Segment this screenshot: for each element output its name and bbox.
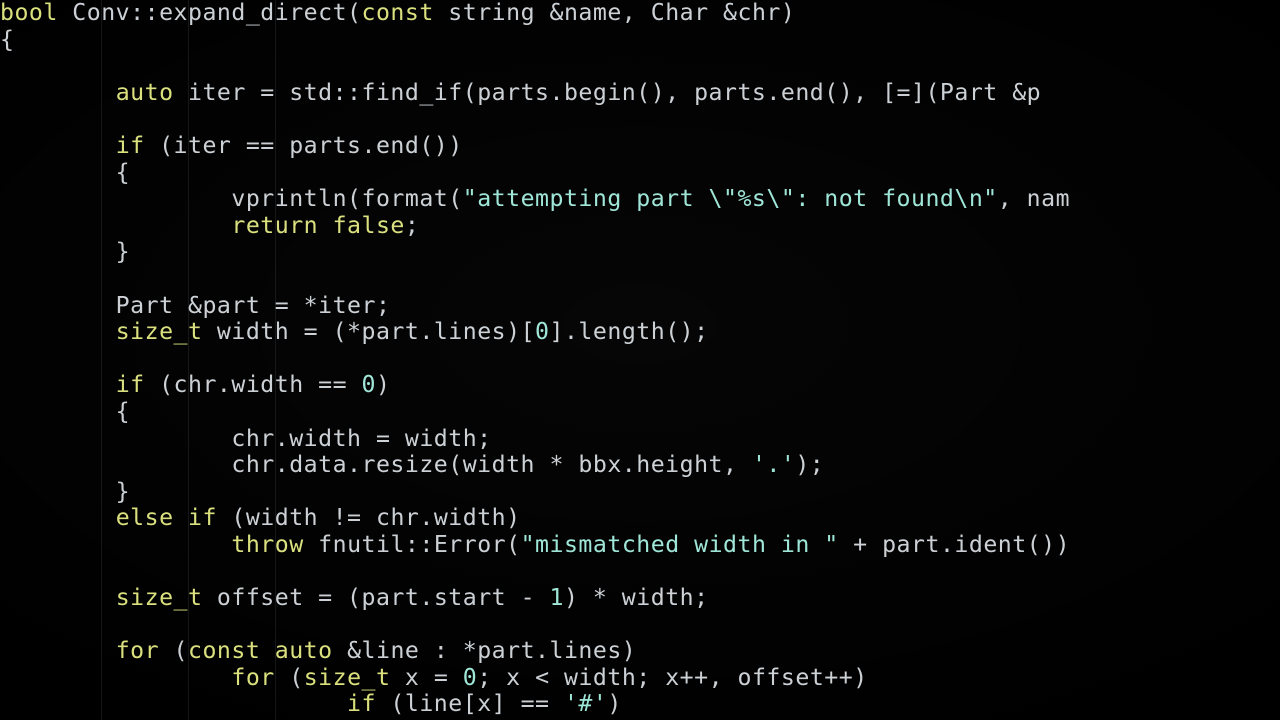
code-editor-screen: bool Conv::expand_direct(const string &n… <box>0 0 1280 720</box>
code-token-id: } <box>0 477 131 505</box>
code-line[interactable]: for (size_t x = 0; x < width; x++, offse… <box>0 663 1280 692</box>
code-token-id <box>0 212 231 239</box>
code-token-id: offset = (part.start - <box>202 584 550 612</box>
code-token-str: "attempting part \"%s\": not found\n" <box>462 185 998 213</box>
code-line[interactable] <box>0 346 1280 373</box>
code-token-id: vprintln(format( <box>0 185 463 213</box>
code-token-id: ) * width; <box>563 584 709 612</box>
code-token-kw: for <box>231 663 275 691</box>
code-token-id: Conv::expand_direct( <box>57 0 362 26</box>
code-token-kw: if <box>115 131 145 159</box>
code-token-id <box>0 664 231 691</box>
code-token-id <box>0 690 347 717</box>
code-token-id: Part &part = *iter; <box>0 291 391 319</box>
code-token-kw: return false <box>231 211 405 239</box>
code-token-id: { <box>0 25 15 53</box>
code-line[interactable]: auto iter = std::find_if(parts.begin(), … <box>0 78 1280 107</box>
code-token-id: { <box>0 158 131 186</box>
code-token-id: { <box>0 397 131 425</box>
code-token-id: ].length(); <box>549 318 709 346</box>
code-token-id: + part.ident()) <box>838 530 1071 558</box>
code-token-id: ) <box>375 371 391 399</box>
code-token-id <box>0 637 116 664</box>
code-token-kw: auto <box>115 78 174 106</box>
code-token-id: iter = std::find_if(parts.begin(), parts… <box>173 78 1042 106</box>
code-token-id <box>0 132 116 159</box>
code-token-id: fnutil::Error( <box>303 530 521 558</box>
code-line[interactable]: vprintln(format("attempting part \"%s\":… <box>0 185 1280 213</box>
code-token-id: &line : *part.lines) <box>332 637 637 665</box>
code-token-kw: if <box>347 690 376 718</box>
code-token-id: } <box>0 238 131 266</box>
code-token-id: (iter == parts.end()) <box>144 131 463 159</box>
code-token-id: (chr.width == <box>144 371 362 399</box>
code-line[interactable]: { <box>0 25 1280 54</box>
code-token-kw: else if <box>115 504 217 532</box>
code-token-num: 1 <box>549 584 564 612</box>
code-line[interactable]: } <box>0 477 1280 506</box>
code-token-kw: size_t <box>115 318 203 346</box>
code-token-id <box>0 79 116 106</box>
code-line[interactable]: } <box>0 239 1280 266</box>
code-line[interactable]: if (iter == parts.end()) <box>0 131 1280 160</box>
code-line[interactable]: { <box>0 158 1280 187</box>
code-line[interactable]: { <box>0 397 1280 426</box>
code-line[interactable]: size_t width = (*part.lines)[0].length()… <box>0 318 1280 346</box>
code-line[interactable]: Part &part = *iter; <box>0 291 1280 320</box>
code-line[interactable] <box>0 53 1280 80</box>
code-token-id: ( <box>274 663 304 691</box>
code-token-kw: throw <box>231 530 304 558</box>
code-token-id: string &name, Char &chr) <box>433 0 796 26</box>
code-line[interactable]: bool Conv::expand_direct(const string &n… <box>0 0 1280 27</box>
code-token-str: "mismatched width in " <box>520 530 839 558</box>
code-line[interactable]: throw fnutil::Error("mismatched width in… <box>0 530 1280 559</box>
code-token-kw: size_t <box>303 663 391 691</box>
code-token-kw: const auto <box>188 637 333 665</box>
code-token-id: ); <box>795 451 825 479</box>
code-token-id: ; x < width; x++, offset++) <box>477 663 868 691</box>
code-line[interactable]: size_t offset = (part.start - 1) * width… <box>0 584 1280 612</box>
code-line[interactable]: if (line[x] == '#') <box>0 691 1280 718</box>
code-line[interactable] <box>0 558 1280 585</box>
code-token-id: x = <box>390 663 463 691</box>
code-token-kw: const <box>361 0 434 26</box>
code-token-id <box>0 371 116 398</box>
code-line[interactable]: chr.data.resize(width * bbx.height, '.')… <box>0 451 1280 479</box>
code-token-id: chr.width = width; <box>0 424 492 452</box>
code-token-id <box>0 504 116 531</box>
code-content-area[interactable]: bool Conv::expand_direct(const string &n… <box>0 0 1280 720</box>
code-token-str: '.' <box>751 451 796 479</box>
code-token-id: ( <box>159 637 188 665</box>
code-token-id <box>0 318 116 345</box>
code-token-num: 0 <box>462 663 478 691</box>
code-line[interactable]: chr.width = width; <box>0 424 1280 453</box>
code-token-kw: for <box>115 637 160 665</box>
code-token-id: (line[x] == <box>375 690 564 718</box>
code-line[interactable]: for (const auto &line : *part.lines) <box>0 637 1280 665</box>
code-token-id: (width != chr.width) <box>216 504 521 532</box>
code-line[interactable] <box>0 266 1280 293</box>
code-token-id <box>0 584 116 611</box>
code-line[interactable] <box>0 612 1280 639</box>
code-token-id: , nam <box>997 185 1071 213</box>
code-token-kw: bool <box>0 0 58 26</box>
code-line[interactable]: else if (width != chr.width) <box>0 504 1280 532</box>
code-token-id: ; <box>404 211 420 239</box>
code-token-num: 0 <box>361 371 376 399</box>
code-token-str: '#' <box>563 690 608 718</box>
code-token-id: ) <box>607 690 622 718</box>
code-line[interactable] <box>0 106 1280 133</box>
code-token-num: 0 <box>535 318 550 346</box>
code-token-id: chr.data.resize(width * bbx.height, <box>0 451 752 479</box>
code-line[interactable]: if (chr.width == 0) <box>0 372 1280 399</box>
code-token-kw: if <box>115 371 145 399</box>
code-token-id: width = (*part.lines)[ <box>202 318 536 346</box>
code-token-id <box>0 531 231 558</box>
code-line[interactable]: return false; <box>0 211 1280 240</box>
code-token-kw: size_t <box>115 584 203 612</box>
